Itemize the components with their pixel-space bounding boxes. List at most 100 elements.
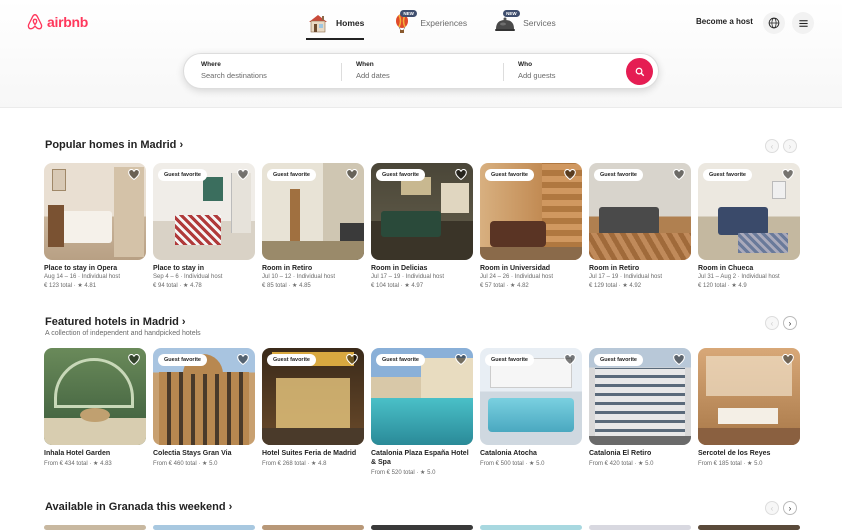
main-menu-button[interactable] — [792, 12, 814, 34]
search-where-field[interactable]: Where Search destinations — [201, 61, 341, 80]
hotel-card[interactable]: Guest favorite Catalonia Plaza España Ho… — [371, 348, 473, 476]
listing-photo: Guest favorite — [698, 163, 800, 260]
listing-photo[interactable] — [698, 525, 800, 530]
listing-photo[interactable] — [589, 525, 691, 530]
tab-experiences[interactable]: NEW Experiences — [390, 8, 467, 38]
when-placeholder: Add dates — [356, 71, 390, 80]
heart-icon[interactable] — [128, 169, 140, 181]
become-a-host-link[interactable]: Become a host — [696, 17, 753, 26]
listing-card[interactable]: Guest favorite Room in Retiro Jul 10 – 1… — [262, 163, 364, 289]
hotel-card[interactable]: Inhala Hotel Garden From € 434 total · ★… — [44, 348, 146, 476]
heart-icon[interactable] — [564, 169, 576, 181]
listing-price: € 123 total · ★ 4.81 — [44, 283, 97, 289]
listing-photo[interactable] — [480, 525, 582, 530]
tab-homes[interactable]: Homes — [306, 8, 365, 40]
hotel-price: From € 185 total · ★ 5.0 — [698, 461, 763, 467]
listing-card[interactable]: Guest favorite Place to stay in Sep 4 – … — [153, 163, 255, 289]
hotel-price: From € 460 total · ★ 5.0 — [153, 461, 218, 467]
heart-icon[interactable] — [128, 354, 140, 366]
listing-title: Place to stay in — [153, 265, 204, 272]
heart-icon[interactable] — [673, 169, 685, 181]
section-title-featured-hotels[interactable]: Featured hotels in Madrid › — [45, 316, 186, 328]
chevron-right-icon: › — [788, 318, 792, 328]
service-bell-icon: NEW — [493, 10, 520, 35]
search-when-field[interactable]: When Add dates — [356, 61, 496, 80]
hotel-name: Catalonia El Retiro — [589, 450, 652, 457]
where-label: Where — [201, 61, 221, 68]
listing-photo[interactable] — [153, 525, 255, 530]
listing-title: Room in Delicias — [371, 265, 428, 272]
scroll-left-button[interactable]: ‹ — [765, 316, 779, 330]
heart-icon[interactable] — [564, 354, 576, 366]
scroll-right-button[interactable]: › — [783, 501, 797, 515]
guest-favorite-badge: Guest favorite — [158, 169, 207, 181]
listing-card[interactable]: Guest favorite Room in Retiro Jul 17 – 1… — [589, 163, 691, 289]
listing-photo: Guest favorite — [153, 163, 255, 260]
new-badge: NEW — [400, 10, 417, 17]
scroll-left-button[interactable]: ‹ — [765, 501, 779, 515]
heart-icon[interactable] — [237, 354, 249, 366]
scroll-right-button[interactable]: › — [783, 316, 797, 330]
language-button[interactable] — [763, 12, 785, 34]
airbnb-logo[interactable]: airbnb — [26, 13, 88, 31]
listing-price: € 104 total · ★ 4.97 — [371, 283, 424, 289]
new-badge: NEW — [503, 10, 520, 17]
listing-price: € 94 total · ★ 4.78 — [153, 283, 202, 289]
listing-dates: Jul 17 – 19 · Individual host — [371, 274, 445, 280]
heart-icon[interactable] — [782, 169, 794, 181]
listing-card[interactable]: Guest favorite Room in Delicias Jul 17 –… — [371, 163, 473, 289]
hotel-card[interactable]: Guest favorite Catalonia El Retiro From … — [589, 348, 691, 476]
where-placeholder: Search destinations — [201, 71, 267, 80]
hotel-photo: Guest favorite — [589, 348, 691, 445]
tab-services[interactable]: NEW Services — [493, 8, 556, 38]
tab-homes-label: Homes — [336, 18, 365, 28]
hotel-card[interactable]: Guest favorite Colectia Stays Gran Via F… — [153, 348, 255, 476]
search-who-field[interactable]: Who Add guests — [518, 61, 618, 80]
hotel-price: From € 520 total · ★ 5.0 — [371, 470, 436, 476]
guest-favorite-badge: Guest favorite — [267, 169, 316, 181]
scroll-left-button[interactable]: ‹ — [765, 139, 779, 153]
section-title-popular-homes[interactable]: Popular homes in Madrid › — [45, 139, 183, 151]
guest-favorite-badge: Guest favorite — [376, 354, 425, 366]
heart-icon[interactable] — [455, 354, 467, 366]
listing-card[interactable]: Place to stay in Opera Aug 14 – 16 · Ind… — [44, 163, 146, 289]
globe-icon — [768, 17, 780, 29]
listing-title: Room in Universidad — [480, 265, 551, 272]
hot-air-balloon-icon: NEW — [390, 10, 417, 35]
hotel-card[interactable]: Guest favorite Catalonia Atocha From € 5… — [480, 348, 582, 476]
popular-homes-carousel: Place to stay in Opera Aug 14 – 16 · Ind… — [44, 163, 800, 289]
hotel-card[interactable]: Sercotel de los Reyes From € 185 total ·… — [698, 348, 800, 476]
heart-icon[interactable] — [237, 169, 249, 181]
hotel-name: Colectia Stays Gran Via — [153, 450, 232, 457]
section-title-granada[interactable]: Available in Granada this weekend › — [45, 501, 232, 513]
chevron-right-icon: › — [788, 503, 792, 513]
listing-photo[interactable] — [371, 525, 473, 530]
section-title-text: Featured hotels in Madrid — [45, 316, 179, 328]
heart-icon[interactable] — [673, 354, 685, 366]
listing-photo[interactable] — [262, 525, 364, 530]
listing-photo: Guest favorite — [589, 163, 691, 260]
heart-icon[interactable] — [346, 354, 358, 366]
hotel-name: Inhala Hotel Garden — [44, 450, 111, 457]
heart-icon[interactable] — [455, 169, 467, 181]
hotel-price: From € 434 total · ★ 4.83 — [44, 461, 112, 467]
heart-icon[interactable] — [782, 354, 794, 366]
chevron-right-icon: › — [181, 316, 186, 328]
listing-card[interactable]: Guest favorite Room in Universidad Jul 2… — [480, 163, 582, 289]
main-nav: Homes NEW Experiences NEW Services — [306, 8, 556, 40]
listing-card[interactable]: Guest favorite Room in Chueca Jul 31 – A… — [698, 163, 800, 289]
listing-price: € 57 total · ★ 4.82 — [480, 283, 529, 289]
guest-favorite-badge: Guest favorite — [485, 169, 534, 181]
heart-icon[interactable] — [346, 169, 358, 181]
hotel-name: Catalonia Atocha — [480, 450, 537, 457]
listing-photo[interactable] — [44, 525, 146, 530]
chevron-right-icon: › — [788, 141, 792, 151]
hotel-name: Sercotel de los Reyes — [698, 450, 771, 457]
listing-title: Room in Retiro — [589, 265, 640, 272]
scroll-right-button[interactable]: › — [783, 139, 797, 153]
tab-services-label: Services — [523, 18, 556, 28]
listing-price: € 85 total · ★ 4.85 — [262, 283, 311, 289]
search-button[interactable] — [626, 58, 653, 85]
hotel-photo: Guest favorite — [262, 348, 364, 445]
hotel-card[interactable]: Guest favorite Hotel Suites Feria de Mad… — [262, 348, 364, 476]
